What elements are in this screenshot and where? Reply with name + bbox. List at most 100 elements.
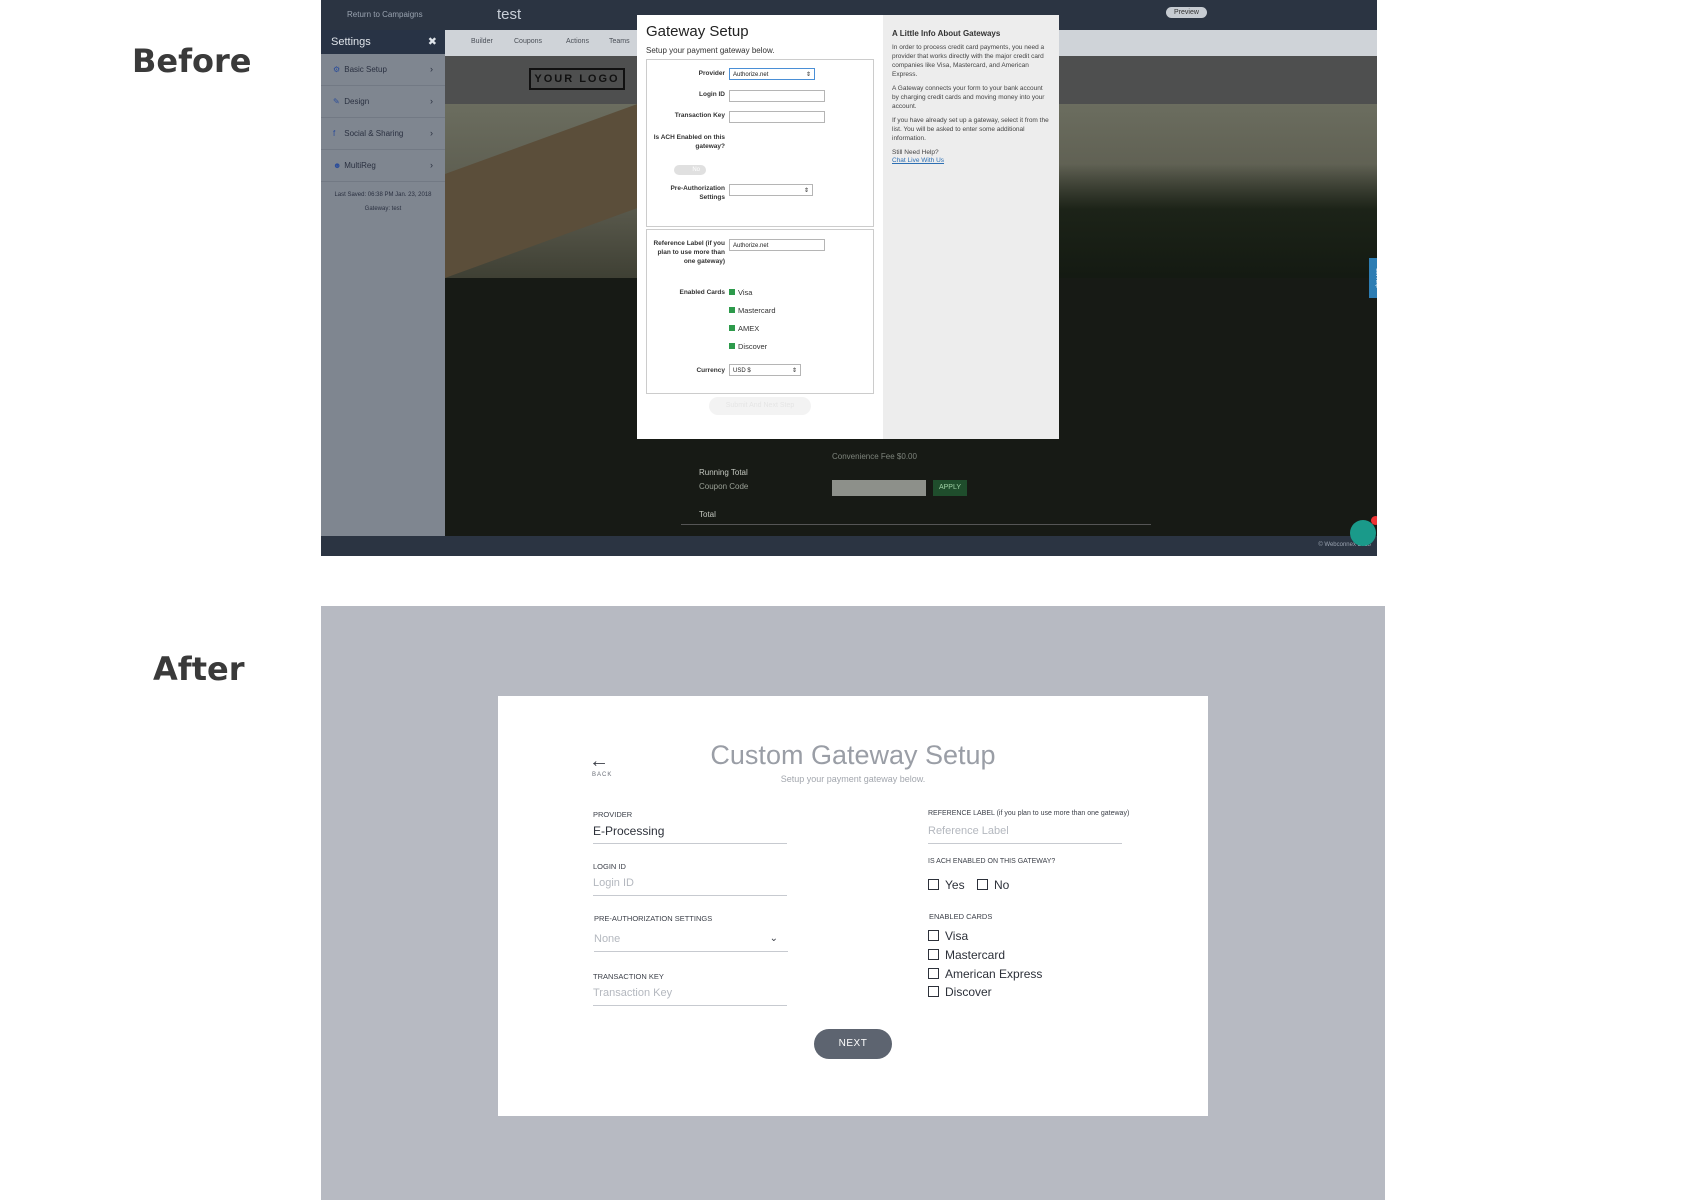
provider-value: Authorize.net	[733, 72, 769, 78]
ach-toggle[interactable]: No	[674, 165, 706, 175]
sidebar-item-label: Basic Setup	[344, 65, 387, 74]
reference-label-input[interactable]: Reference Label	[928, 824, 1122, 844]
card-label: AMEX	[738, 324, 760, 333]
close-icon[interactable]: ✖	[428, 30, 437, 54]
reference-label-label: Reference Label (if you plan to use more…	[653, 240, 725, 265]
card-checkbox-discover[interactable]: Discover	[928, 985, 992, 999]
modal-title: Gateway Setup	[646, 23, 749, 40]
card-label: American Express	[945, 967, 1043, 981]
settings-sidebar: Settings ✖ ⚙ Basic Setup › ✎ Design › f So…	[321, 30, 445, 536]
sidebar-item-label: Design	[344, 97, 370, 106]
info-paragraph: A Gateway connects your form to your ban…	[892, 85, 1045, 110]
pre-authorization-label: PRE-AUTHORIZATION SETTINGS	[594, 914, 713, 923]
reference-label-label: REFERENCE LABEL (if you plan to use more…	[928, 810, 1130, 817]
transaction-key-input[interactable]	[729, 111, 825, 123]
pre-authorization-select[interactable]: None ⌄	[594, 932, 788, 952]
provider-select[interactable]: Authorize.net ⇕	[729, 68, 815, 80]
transaction-key-input[interactable]: Transaction Key	[593, 986, 787, 1006]
card-label: Discover	[738, 342, 768, 351]
chevron-down-icon: ⌄	[769, 933, 778, 944]
chevron-right-icon: ›	[430, 96, 433, 106]
select-arrows-icon: ⇕	[791, 368, 797, 374]
nav-teams[interactable]: Teams	[609, 38, 630, 45]
get-help-tab[interactable]: Get Help	[1369, 258, 1377, 298]
nav-builder[interactable]: Builder	[471, 38, 493, 45]
sidebar-title: Settings	[331, 36, 371, 48]
page-title: Custom Gateway Setup	[710, 740, 996, 770]
login-id-input[interactable]: Login ID	[593, 876, 787, 896]
checkbox-icon	[928, 968, 939, 979]
card-checkbox-mastercard[interactable]: Mastercard	[729, 306, 776, 315]
sidebar-item-design[interactable]: ✎ Design ›	[321, 86, 445, 118]
card-checkbox-mastercard[interactable]: Mastercard	[928, 948, 1005, 962]
campaign-name: test	[497, 6, 522, 23]
gateway-info-panel: A Little Info About Gateways In order to…	[883, 15, 1059, 439]
coupon-code-input[interactable]	[832, 480, 926, 496]
gateway-text: Gateway: test	[364, 206, 402, 212]
return-to-campaigns-link[interactable]: Return to Campaigns	[347, 10, 423, 19]
select-arrows-icon: ⇕	[803, 188, 809, 194]
nav-coupons[interactable]: Coupons	[514, 38, 542, 45]
currency-label: Currency	[696, 367, 725, 374]
checkbox-icon	[928, 949, 939, 960]
select-arrows-icon: ⇕	[805, 72, 811, 78]
info-paragraph: In order to process credit card payments…	[892, 44, 1045, 78]
currency-select[interactable]: USD $ ⇕	[729, 364, 801, 376]
last-saved-text: Last Saved: 06:38 PM Jan. 23, 2018	[334, 192, 432, 198]
apply-button[interactable]: APPLY	[933, 480, 967, 496]
checkbox-checked-icon	[729, 307, 735, 313]
after-screenshot: ← BACK Custom Gateway Setup Setup your p…	[321, 606, 1385, 1200]
sidebar-item-social-sharing[interactable]: f Social & Sharing ›	[321, 118, 445, 150]
card-label: Discover	[945, 985, 992, 999]
hill-shape	[445, 101, 645, 278]
pre-authorization-select[interactable]: ⇕	[729, 184, 813, 196]
enabled-cards-label: Enabled Cards	[679, 289, 725, 296]
login-id-input[interactable]	[729, 90, 825, 102]
ach-option-label: Yes	[945, 878, 965, 892]
chevron-right-icon: ›	[430, 128, 433, 138]
options-panel: Reference Label (if you plan to use more…	[646, 229, 874, 394]
card-checkbox-visa[interactable]: Visa	[928, 929, 968, 943]
card-checkbox-american-express[interactable]: American Express	[928, 967, 1042, 981]
info-paragraph: If you have already set up a gateway, se…	[892, 117, 1049, 142]
divider	[681, 524, 1151, 525]
ach-no-checkbox[interactable]: No	[977, 878, 1009, 892]
checkbox-icon	[928, 879, 939, 890]
page-subtitle: Setup your payment gateway below.	[780, 774, 926, 784]
preview-button[interactable]: Preview	[1166, 7, 1207, 18]
submit-button[interactable]: Submit And Next Step	[709, 397, 811, 415]
custom-gateway-card: ← BACK Custom Gateway Setup Setup your p…	[498, 696, 1208, 1116]
sidebar-item-label: MultiReg	[344, 161, 376, 170]
pre-authorization-value: None	[594, 933, 621, 945]
reference-label-input[interactable]: Authorize.net	[729, 239, 825, 251]
currency-value: USD $	[733, 368, 751, 374]
ach-yes-checkbox[interactable]: Yes	[928, 878, 965, 892]
sidebar-item-multireg[interactable]: ☻ MultiReg ›	[321, 150, 445, 182]
notification-badge	[1371, 516, 1377, 525]
provider-field[interactable]: E-Processing	[593, 824, 787, 844]
gateway-setup-modal: Gateway Setup Setup your payment gateway…	[637, 15, 1059, 439]
footer-bar: © Webconnex 2018	[321, 536, 1377, 556]
card-checkbox-amex[interactable]: AMEX	[729, 324, 759, 333]
card-checkbox-discover[interactable]: Discover	[729, 342, 767, 351]
provider-label: PROVIDER	[593, 810, 633, 819]
login-id-label: Login ID	[699, 91, 725, 98]
chevron-right-icon: ›	[430, 64, 433, 74]
provider-label: Provider	[698, 70, 725, 77]
checkbox-checked-icon	[729, 343, 735, 349]
credentials-panel: Provider Authorize.net ⇕ Login ID Transac…	[646, 59, 874, 227]
forest-shape	[1005, 164, 1377, 278]
ach-label: Is ACH Enabled on this gateway?	[653, 134, 725, 150]
ach-label: IS ACH ENABLED ON THIS GATEWAY?	[928, 858, 1056, 865]
card-checkbox-visa[interactable]: Visa	[729, 288, 752, 297]
card-label: Visa	[945, 929, 969, 943]
next-button[interactable]: NEXT	[814, 1029, 892, 1059]
nav-actions[interactable]: Actions	[566, 38, 589, 45]
chat-live-link[interactable]: Chat Live With Us	[892, 157, 1050, 164]
modal-subtitle: Setup your payment gateway below.	[646, 46, 775, 55]
before-screenshot: Return to Campaigns test Preview Builder…	[321, 0, 1377, 556]
convenience-fee: Convenience Fee $0.00	[832, 452, 917, 461]
checkbox-icon	[977, 879, 988, 890]
after-label: After	[153, 650, 245, 688]
sidebar-item-basic-setup[interactable]: ⚙ Basic Setup ›	[321, 54, 445, 86]
